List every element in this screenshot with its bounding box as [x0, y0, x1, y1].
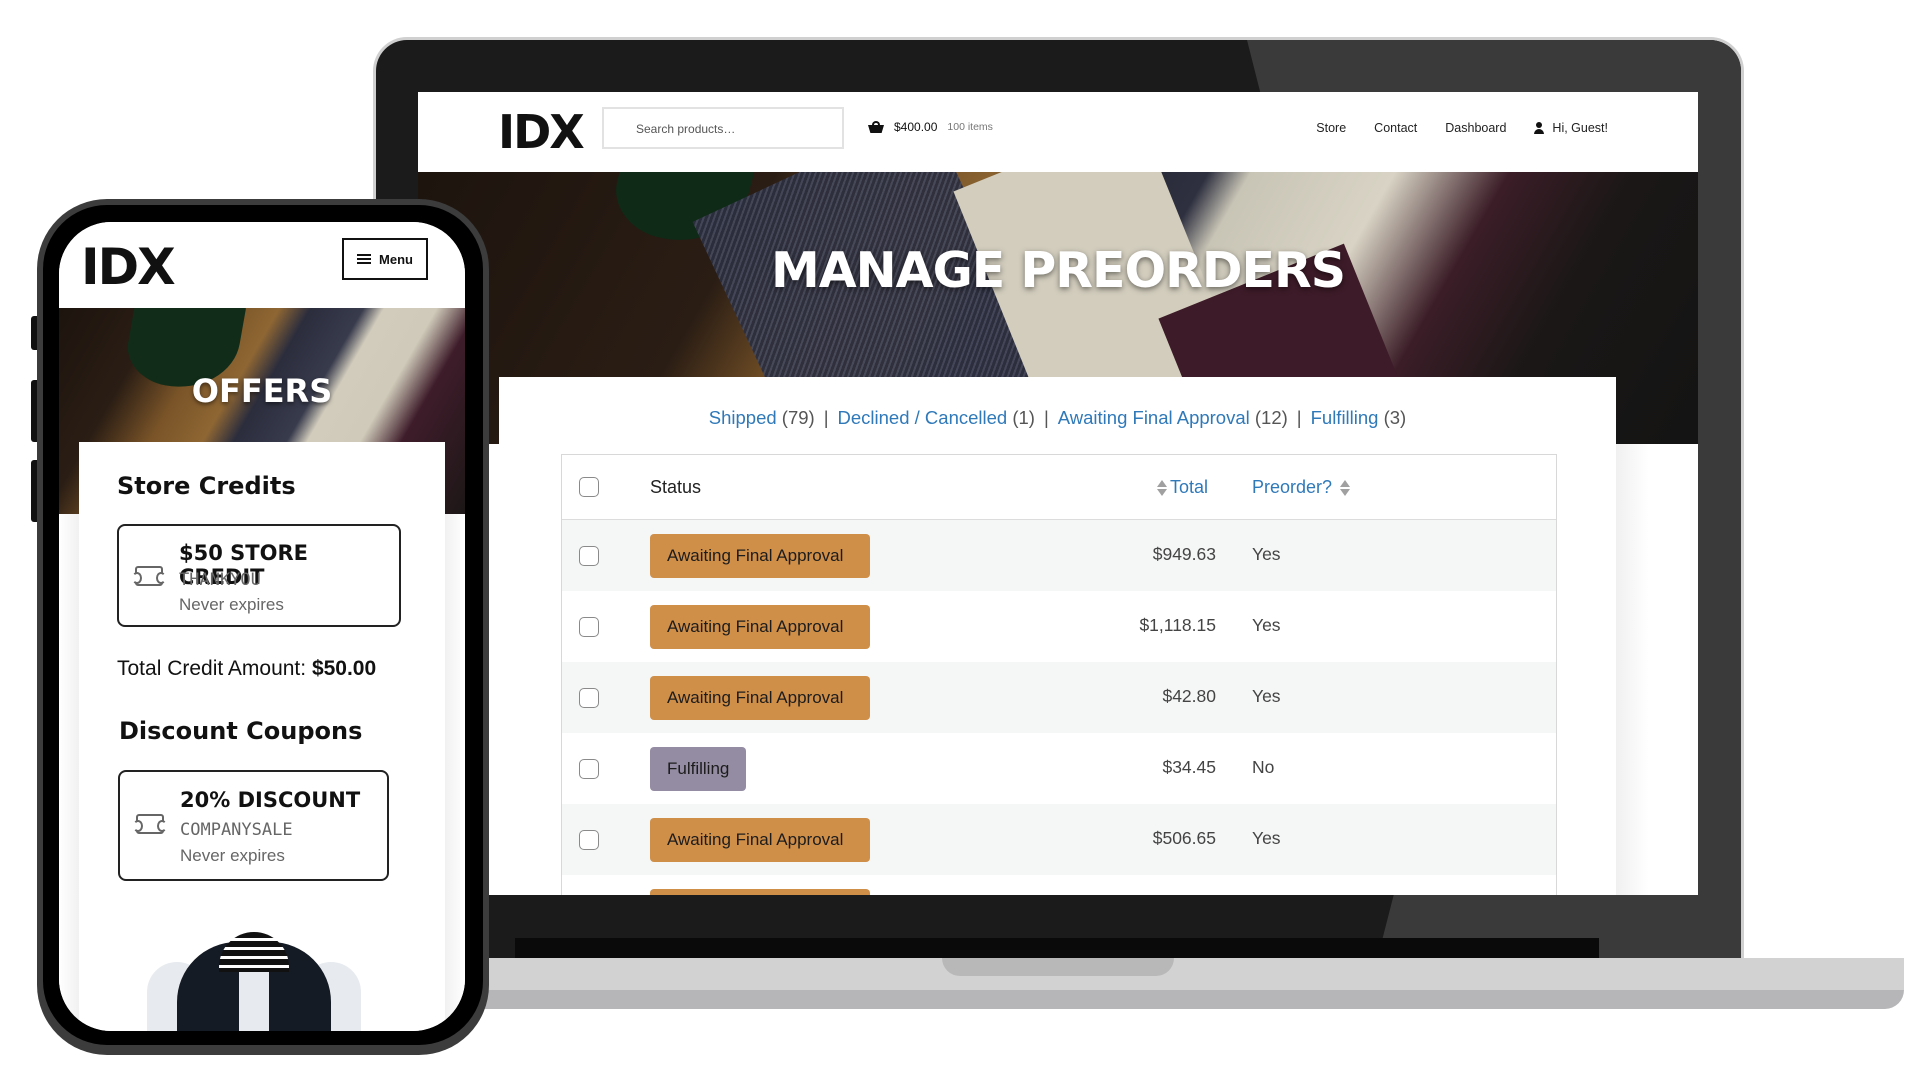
table-row: Awaiting Final Approval $506.65 Yes — [562, 804, 1556, 875]
mobile-side-shade — [445, 514, 465, 1031]
user-greeting: Hi, Guest! — [1552, 121, 1608, 135]
store-credit-card[interactable]: $50 STORE CREDIT THANKYOU Never expires — [117, 524, 401, 627]
discount-title: 20% DISCOUNT — [180, 788, 361, 812]
column-preorder[interactable]: Preorder? — [1252, 477, 1351, 498]
row-checkbox[interactable] — [579, 830, 599, 850]
column-total[interactable]: Total — [1157, 477, 1208, 498]
row-total: $1,118.15 — [1139, 615, 1216, 635]
total-credit: Total Credit Amount: $50.00 — [117, 657, 376, 681]
filter-fulfilling[interactable]: Fulfilling — [1311, 407, 1379, 428]
status-badge[interactable] — [650, 889, 870, 895]
separator: | — [823, 407, 829, 428]
status-filters: Shipped (79) | Declined / Cancelled (1) | Aw… — [499, 407, 1616, 429]
filter-shipped-count: (79) — [781, 407, 815, 428]
ticket-icon — [132, 566, 166, 586]
row-preorder: Yes — [1252, 544, 1281, 564]
store-credit-expiry: Never expires — [179, 595, 284, 614]
menu-label: Menu — [379, 251, 413, 267]
store-credits-heading: Store Credits — [117, 472, 296, 500]
row-total: $42.80 — [1162, 686, 1216, 706]
row-preorder: Yes — [1252, 615, 1281, 635]
column-status: Status — [650, 477, 702, 497]
discount-expiry: Never expires — [180, 846, 285, 865]
total-credit-label: Total Credit Amount: — [117, 657, 307, 680]
site-header: IDX Search products… $400.00 100 items S… — [418, 92, 1698, 173]
filter-declined[interactable]: Declined / Cancelled — [838, 407, 1008, 428]
discount-coupon-card[interactable]: 20% DISCOUNT COMPANYSALE Never expires — [118, 770, 389, 881]
menu-button[interactable]: Menu — [342, 238, 428, 280]
status-badge[interactable]: Fulfilling — [650, 747, 747, 791]
logo[interactable]: IDX — [498, 105, 585, 159]
status-badge[interactable]: Awaiting Final Approval — [650, 534, 870, 578]
row-checkbox[interactable] — [579, 617, 599, 637]
separator: | — [1296, 407, 1302, 428]
search-input[interactable]: Search products… — [602, 107, 844, 149]
row-total: $506.65 — [1152, 828, 1216, 848]
nav-contact[interactable]: Contact — [1374, 121, 1417, 135]
row-checkbox[interactable] — [579, 546, 599, 566]
sort-icon — [1157, 479, 1167, 496]
table-row: Awaiting Final Approval $42.80 Yes — [562, 662, 1556, 733]
laptop-hinge — [515, 938, 1599, 960]
main-nav: Store Contact Dashboard Hi, Guest! — [1316, 121, 1608, 135]
mobile-logo[interactable]: IDX — [81, 238, 176, 296]
preorders-panel: Shipped (79) | Declined / Cancelled (1) | Aw… — [499, 377, 1616, 895]
table-row — [562, 875, 1556, 895]
jacket-shirt — [239, 972, 269, 1031]
ticket-icon — [133, 814, 167, 834]
content-shade — [1616, 444, 1698, 895]
desktop-screen: IDX Search products… $400.00 100 items S… — [418, 92, 1698, 895]
row-checkbox[interactable] — [579, 759, 599, 779]
laptop-notch — [942, 958, 1174, 976]
store-credit-code: THANKYOU — [179, 570, 261, 590]
cart-amount: $400.00 — [894, 120, 938, 134]
product-image-jacket[interactable] — [147, 932, 361, 1031]
separator: | — [1043, 407, 1049, 428]
column-preorder-label: Preorder? — [1252, 477, 1333, 497]
laptop-base-bottom — [470, 990, 1904, 1009]
nav-dashboard[interactable]: Dashboard — [1445, 121, 1506, 135]
select-all-checkbox[interactable] — [579, 477, 599, 497]
status-badge[interactable]: Awaiting Final Approval — [650, 605, 870, 649]
nav-store[interactable]: Store — [1316, 121, 1346, 135]
row-total: $949.63 — [1152, 544, 1216, 564]
row-preorder: No — [1252, 757, 1275, 777]
user-icon — [1534, 122, 1545, 134]
row-checkbox[interactable] — [579, 688, 599, 708]
laptop-base — [470, 958, 1904, 1009]
filter-fulfilling-count: (3) — [1383, 407, 1407, 428]
mobile-page-title: OFFERS — [191, 372, 333, 410]
jacket-collar — [219, 932, 289, 972]
mobile-header: IDX Menu — [59, 222, 465, 308]
status-badge[interactable]: Awaiting Final Approval — [650, 818, 870, 862]
table-row: Awaiting Final Approval $949.63 Yes — [562, 520, 1556, 591]
sort-icon — [1340, 479, 1351, 496]
row-preorder: Yes — [1252, 828, 1281, 848]
row-total: $34.45 — [1162, 757, 1216, 777]
discount-coupons-heading: Discount Coupons — [119, 717, 363, 745]
cart-summary[interactable]: $400.00 100 items — [868, 120, 993, 134]
filter-declined-count: (1) — [1012, 407, 1035, 428]
cart-items: 100 items — [947, 121, 993, 133]
column-total-label: Total — [1170, 477, 1209, 497]
discount-code: COMPANYSALE — [180, 820, 293, 840]
table-row: Awaiting Final Approval $1,118.15 Yes — [562, 591, 1556, 662]
mobile-side-shade — [59, 514, 79, 1031]
laptop-base-top — [470, 958, 1904, 990]
page-title: MANAGE PREORDERS — [770, 242, 1346, 299]
preorders-table: Status Total Preorder? Awaiting Final Ap… — [561, 454, 1557, 895]
filter-awaiting[interactable]: Awaiting Final Approval — [1058, 407, 1250, 428]
user-menu[interactable]: Hi, Guest! — [1534, 121, 1608, 135]
table-row: Fulfilling $34.45 No — [562, 733, 1556, 804]
total-credit-value: $50.00 — [311, 657, 377, 680]
status-badge[interactable]: Awaiting Final Approval — [650, 676, 870, 720]
filter-shipped[interactable]: Shipped — [709, 407, 777, 428]
filter-awaiting-count: (12) — [1254, 407, 1288, 428]
table-header: Status Total Preorder? — [562, 455, 1556, 520]
basket-icon — [868, 121, 884, 133]
row-preorder: Yes — [1252, 686, 1281, 706]
hamburger-icon — [357, 254, 372, 264]
mobile-screen: IDX Menu OFFERS Store Credits $50 STORE … — [59, 222, 465, 1031]
